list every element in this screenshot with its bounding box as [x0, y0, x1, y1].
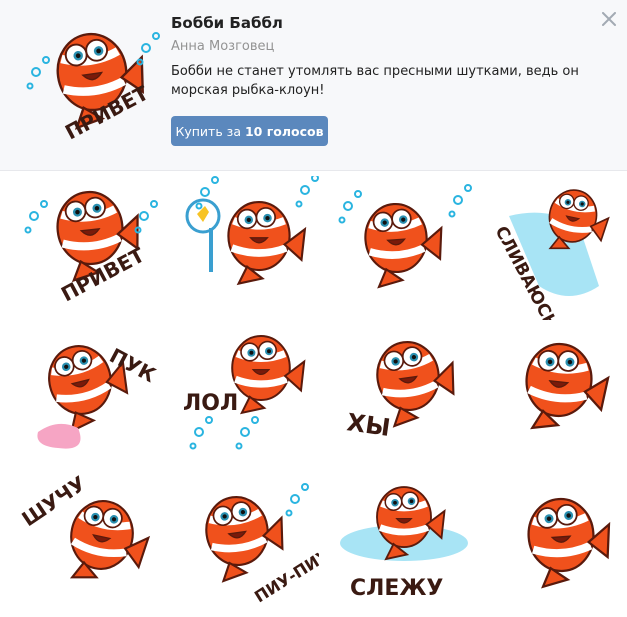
buy-button[interactable]: Купить за 10 голосов: [171, 116, 328, 146]
pack-cover-image: ПРИВЕТ: [20, 10, 160, 150]
sticker[interactable]: ПРИВЕТ: [18, 176, 162, 320]
sticker[interactable]: СЛИВАЮСЬ: [489, 176, 627, 320]
sticker-caption: ЛОЛ: [183, 391, 238, 416]
sticker-caption: ПИУ-ПИУ: [251, 545, 319, 606]
pack-title: Бобби Баббл: [171, 14, 283, 32]
sticker-caption: ХЫ: [345, 408, 392, 442]
sticker[interactable]: ШУЧУ: [18, 473, 162, 617]
buy-button-prefix: Купить за: [175, 123, 241, 139]
close-icon: [602, 12, 616, 26]
sticker[interactable]: [489, 322, 627, 466]
buy-button-amount: 10 голосов: [244, 123, 324, 139]
sticker[interactable]: ПУК: [18, 322, 162, 466]
sticker[interactable]: [332, 176, 476, 320]
sticker-pack-header: ПРИВЕТ Бобби Баббл Анна Мозговец Бобби н…: [0, 0, 627, 171]
sticker[interactable]: ЛОЛ: [175, 322, 319, 466]
close-button[interactable]: [596, 6, 622, 32]
sticker[interactable]: ПИУ-ПИУ: [175, 473, 319, 617]
sticker[interactable]: [175, 176, 319, 320]
sticker-caption: СЛЕЖУ: [350, 576, 443, 601]
pack-author: Анна Мозговец: [171, 39, 275, 54]
pack-description: Бобби не станет утомлять вас пресными шу…: [171, 64, 579, 98]
sticker[interactable]: СЛЕЖУ: [332, 473, 476, 617]
sticker[interactable]: ХЫ: [332, 322, 476, 466]
sticker[interactable]: [489, 473, 627, 617]
